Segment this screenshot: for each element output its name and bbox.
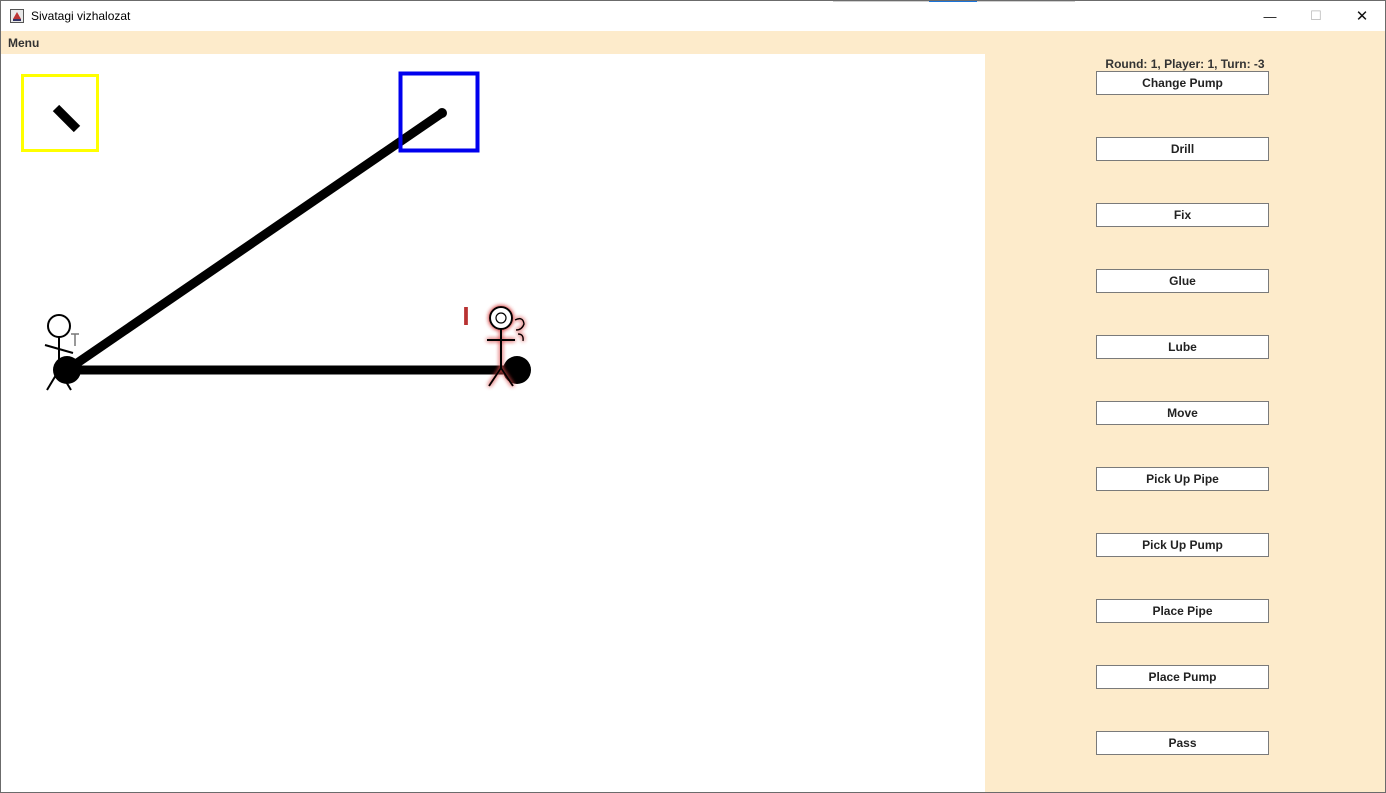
pass-button[interactable]: Pass xyxy=(1096,731,1269,755)
taskbar-highlight xyxy=(833,1,929,2)
plumber-tool-icon xyxy=(71,333,79,346)
round-label: Round: xyxy=(1105,57,1151,71)
pick-up-pump-button[interactable]: Pick Up Pump xyxy=(1096,533,1269,557)
action-panel: Round: 1, Player: 1, Turn: -3 Change Pum… xyxy=(985,54,1385,792)
minimize-button[interactable]: — xyxy=(1247,1,1293,31)
app-window: Sivatagi vizhalozat — ☐ ✕ Menu I Round: … xyxy=(0,0,1386,793)
player-label: , Player: xyxy=(1157,57,1208,71)
menu-bar: Menu xyxy=(1,31,1385,54)
title-bar[interactable]: Sivatagi vizhalozat — ☐ ✕ xyxy=(1,1,1385,31)
place-pipe-button[interactable]: Place Pipe xyxy=(1096,599,1269,623)
active-player-tag: I xyxy=(462,301,469,331)
maximize-button[interactable]: ☐ xyxy=(1293,1,1339,31)
turn-label: , Turn: xyxy=(1214,57,1254,71)
close-button[interactable]: ✕ xyxy=(1339,1,1385,31)
taskbar-highlight-active xyxy=(929,1,977,2)
place-pump-button[interactable]: Place Pump xyxy=(1096,665,1269,689)
cistern-pipe-icon xyxy=(52,104,81,133)
game-board-drawing: I xyxy=(21,71,531,391)
pick-up-pipe-button[interactable]: Pick Up Pipe xyxy=(1096,467,1269,491)
drill-button[interactable]: Drill xyxy=(1096,137,1269,161)
move-button[interactable]: Move xyxy=(1096,401,1269,425)
source-node[interactable] xyxy=(437,108,447,118)
change-pump-button[interactable]: Change Pump xyxy=(1096,71,1269,95)
glue-button[interactable]: Glue xyxy=(1096,269,1269,293)
fix-button[interactable]: Fix xyxy=(1096,203,1269,227)
window-title: Sivatagi vizhalozat xyxy=(31,9,131,23)
status-text: Round: 1, Player: 1, Turn: -3 xyxy=(985,57,1385,71)
pipe-diagonal[interactable] xyxy=(64,109,445,374)
pump-node[interactable] xyxy=(53,356,81,384)
turn-value: -3 xyxy=(1253,57,1265,71)
java-cup-icon xyxy=(10,9,24,23)
game-board[interactable]: I xyxy=(1,54,985,792)
menu-button[interactable]: Menu xyxy=(8,36,39,50)
lube-button[interactable]: Lube xyxy=(1096,335,1269,359)
taskbar-highlight xyxy=(977,1,1075,2)
pump-node[interactable] xyxy=(503,356,531,384)
